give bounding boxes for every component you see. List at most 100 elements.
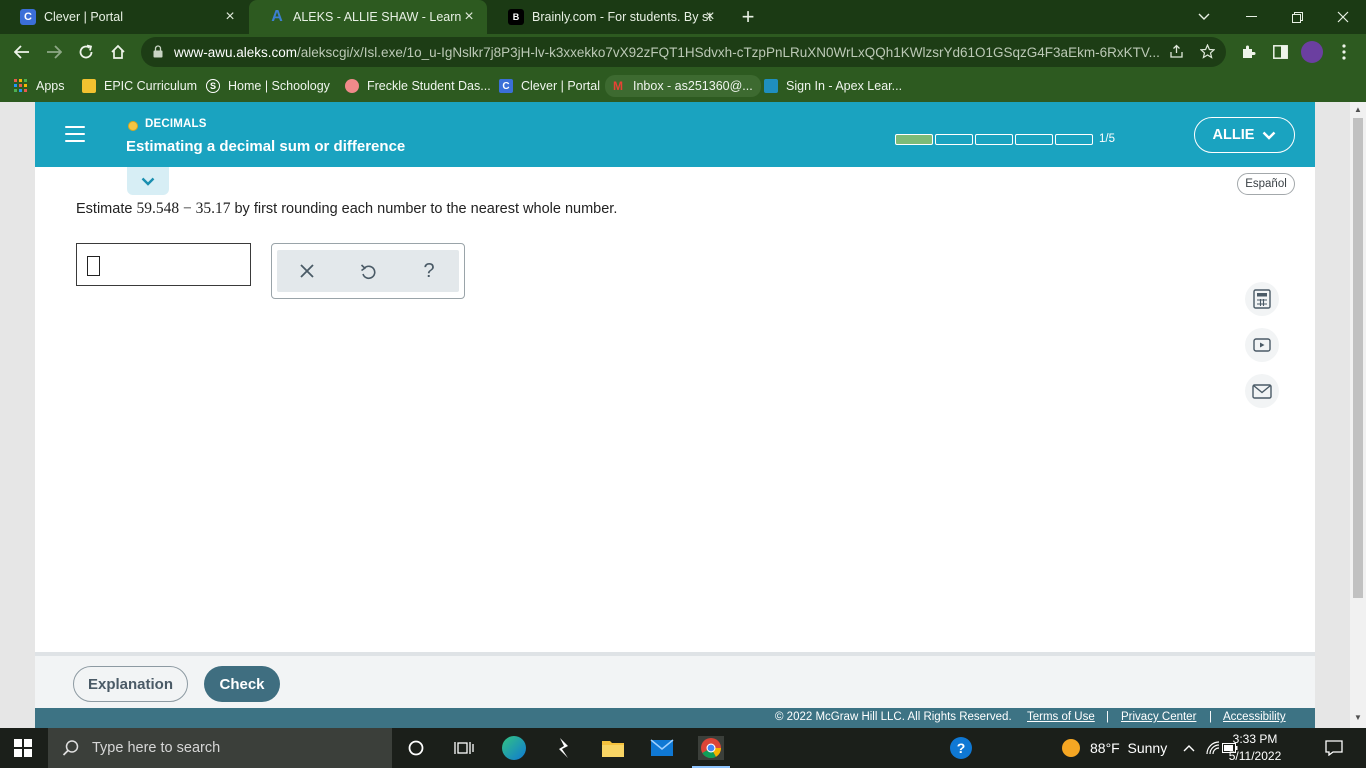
close-tab-icon[interactable]: × bbox=[222, 9, 238, 25]
extensions-icon[interactable] bbox=[1236, 40, 1260, 64]
apps-grid-icon bbox=[14, 79, 28, 93]
search-placeholder: Type here to search bbox=[92, 740, 221, 756]
taskbar-clock[interactable]: 3:33 PM 5/11/2022 bbox=[1225, 731, 1285, 765]
calculator-icon[interactable] bbox=[1245, 282, 1279, 316]
mail-app-icon[interactable] bbox=[649, 736, 675, 760]
close-window-button[interactable] bbox=[1320, 0, 1366, 34]
separator: | bbox=[1209, 711, 1212, 723]
menu-icon[interactable] bbox=[65, 126, 85, 142]
tab-title: ALEKS - ALLIE SHAW - Learn bbox=[293, 10, 462, 24]
taskbar-search[interactable]: Type here to search bbox=[48, 728, 392, 768]
bookmark-label: EPIC Curriculum bbox=[104, 79, 198, 93]
weather-widget[interactable]: 88°F Sunny bbox=[1062, 728, 1167, 768]
side-panel-icon[interactable] bbox=[1268, 40, 1292, 64]
home-icon[interactable] bbox=[106, 40, 130, 64]
lock-icon[interactable] bbox=[153, 45, 163, 58]
task-view-icon[interactable] bbox=[451, 736, 477, 760]
bookmark-apex[interactable]: Sign In - Apex Lear... bbox=[764, 76, 902, 96]
progress-segment bbox=[1055, 134, 1093, 145]
notifications-icon[interactable] bbox=[1321, 736, 1347, 760]
tab-brainly[interactable]: B Brainly.com - For students. By stu × bbox=[488, 0, 728, 34]
bookmark-star-icon[interactable] bbox=[1199, 43, 1215, 60]
tab-search-icon[interactable] bbox=[1181, 0, 1227, 34]
bookmark-label: Sign In - Apex Lear... bbox=[786, 79, 903, 93]
bookmark-freckle[interactable]: Freckle Student Das... bbox=[345, 76, 491, 96]
share-icon[interactable] bbox=[1168, 44, 1184, 60]
file-explorer-icon[interactable] bbox=[600, 736, 626, 760]
minimize-button[interactable] bbox=[1228, 0, 1274, 34]
bookmark-label: Home | Schoology bbox=[228, 79, 330, 93]
address-bar[interactable]: www-awu.aleks.com/alekscgi/x/Isl.exe/1o_… bbox=[141, 37, 1226, 67]
scroll-up-icon[interactable]: ▲ bbox=[1354, 106, 1362, 114]
clear-icon[interactable] bbox=[295, 259, 319, 283]
tab-clever[interactable]: C Clever | Portal × bbox=[0, 0, 248, 34]
power-automate-icon[interactable] bbox=[551, 736, 577, 760]
progress-count: 1/5 bbox=[1099, 133, 1115, 145]
progress-segment bbox=[975, 134, 1013, 145]
aleks-icon: A bbox=[271, 8, 283, 25]
profile-avatar[interactable] bbox=[1300, 40, 1324, 64]
user-name: ALLIE bbox=[1212, 127, 1255, 143]
page-scrollbar[interactable]: ▲ ▼ bbox=[1350, 102, 1366, 728]
search-icon bbox=[62, 740, 79, 756]
check-button[interactable]: Check bbox=[204, 666, 280, 702]
video-icon[interactable] bbox=[1245, 328, 1279, 362]
chevron-down-icon bbox=[141, 177, 155, 186]
page-viewport: DECIMALS Estimating a decimal sum or dif… bbox=[0, 102, 1366, 728]
cortana-icon[interactable] bbox=[403, 736, 429, 760]
bookmark-apps[interactable]: Apps bbox=[14, 76, 65, 96]
scrollbar-thumb[interactable] bbox=[1353, 118, 1363, 598]
url-host: www-awu.aleks.com bbox=[174, 45, 298, 60]
sun-icon bbox=[1062, 739, 1080, 757]
undo-icon[interactable] bbox=[356, 259, 380, 283]
help-app-icon[interactable]: ? bbox=[948, 736, 974, 760]
collapse-toggle[interactable] bbox=[127, 167, 169, 195]
accessibility-link[interactable]: Accessibility bbox=[1223, 711, 1286, 723]
input-cursor bbox=[87, 256, 100, 276]
separator: | bbox=[1106, 711, 1109, 723]
legal-bar: © 2022 McGraw Hill LLC. All Rights Reser… bbox=[35, 708, 1315, 728]
bookmark-label: Inbox - as251360@... bbox=[633, 79, 753, 93]
user-menu-button[interactable]: ALLIE bbox=[1194, 117, 1295, 153]
edge-icon[interactable] bbox=[501, 736, 527, 760]
bookmark-label: Apps bbox=[36, 79, 65, 93]
help-icon[interactable]: ? bbox=[417, 259, 441, 283]
aleks-header: DECIMALS Estimating a decimal sum or dif… bbox=[35, 102, 1315, 167]
bookmark-epic[interactable]: EPIC Curriculum bbox=[82, 76, 197, 96]
tab-aleks[interactable]: A ALEKS - ALLIE SHAW - Learn × bbox=[249, 0, 487, 34]
mail-icon[interactable] bbox=[1245, 374, 1279, 408]
privacy-link[interactable]: Privacy Center bbox=[1121, 711, 1196, 723]
terms-link[interactable]: Terms of Use bbox=[1027, 711, 1095, 723]
bookmark-inbox[interactable]: M Inbox - as251360@... bbox=[605, 75, 761, 97]
bookmarks-bar: Apps EPIC Curriculum S Home | Schoology … bbox=[0, 70, 1366, 102]
progress-segment bbox=[935, 134, 973, 145]
chrome-menu-icon[interactable] bbox=[1332, 40, 1356, 64]
close-tab-icon[interactable]: × bbox=[702, 9, 718, 25]
scroll-down-icon[interactable]: ▼ bbox=[1354, 714, 1362, 722]
brainly-icon: B bbox=[508, 9, 524, 25]
espanol-button[interactable]: Español bbox=[1237, 173, 1295, 195]
explanation-button[interactable]: Explanation bbox=[73, 666, 188, 702]
question-text: Estimate 59.548 − 35.17 by first roundin… bbox=[76, 200, 617, 218]
topic-label: DECIMALS bbox=[145, 118, 207, 130]
question-expression: 59.548 − 35.17 bbox=[136, 200, 231, 217]
new-tab-button[interactable]: + bbox=[738, 5, 758, 29]
chrome-taskbar-icon[interactable] bbox=[692, 736, 730, 768]
url-path: /alekscgi/x/Isl.exe/1o_u-IgNslkr7j8P3jH-… bbox=[297, 45, 1160, 60]
bookmark-schoology[interactable]: S Home | Schoology bbox=[206, 76, 330, 96]
schoology-icon: S bbox=[206, 79, 220, 93]
freckle-icon bbox=[345, 79, 359, 93]
forward-icon[interactable] bbox=[42, 40, 66, 64]
windows-start-icon[interactable] bbox=[14, 739, 32, 757]
back-icon[interactable] bbox=[10, 40, 34, 64]
bookmark-clever[interactable]: C Clever | Portal bbox=[499, 76, 600, 96]
close-tab-icon[interactable]: × bbox=[461, 9, 477, 25]
tab-title: Clever | Portal bbox=[44, 10, 123, 24]
apex-icon bbox=[764, 79, 778, 93]
reload-icon[interactable] bbox=[74, 40, 98, 64]
restore-button[interactable] bbox=[1274, 0, 1320, 34]
tray-overflow-icon[interactable] bbox=[1176, 736, 1202, 760]
answer-input[interactable] bbox=[76, 243, 251, 286]
bookmark-label: Clever | Portal bbox=[521, 79, 600, 93]
clever-icon: C bbox=[499, 79, 513, 93]
